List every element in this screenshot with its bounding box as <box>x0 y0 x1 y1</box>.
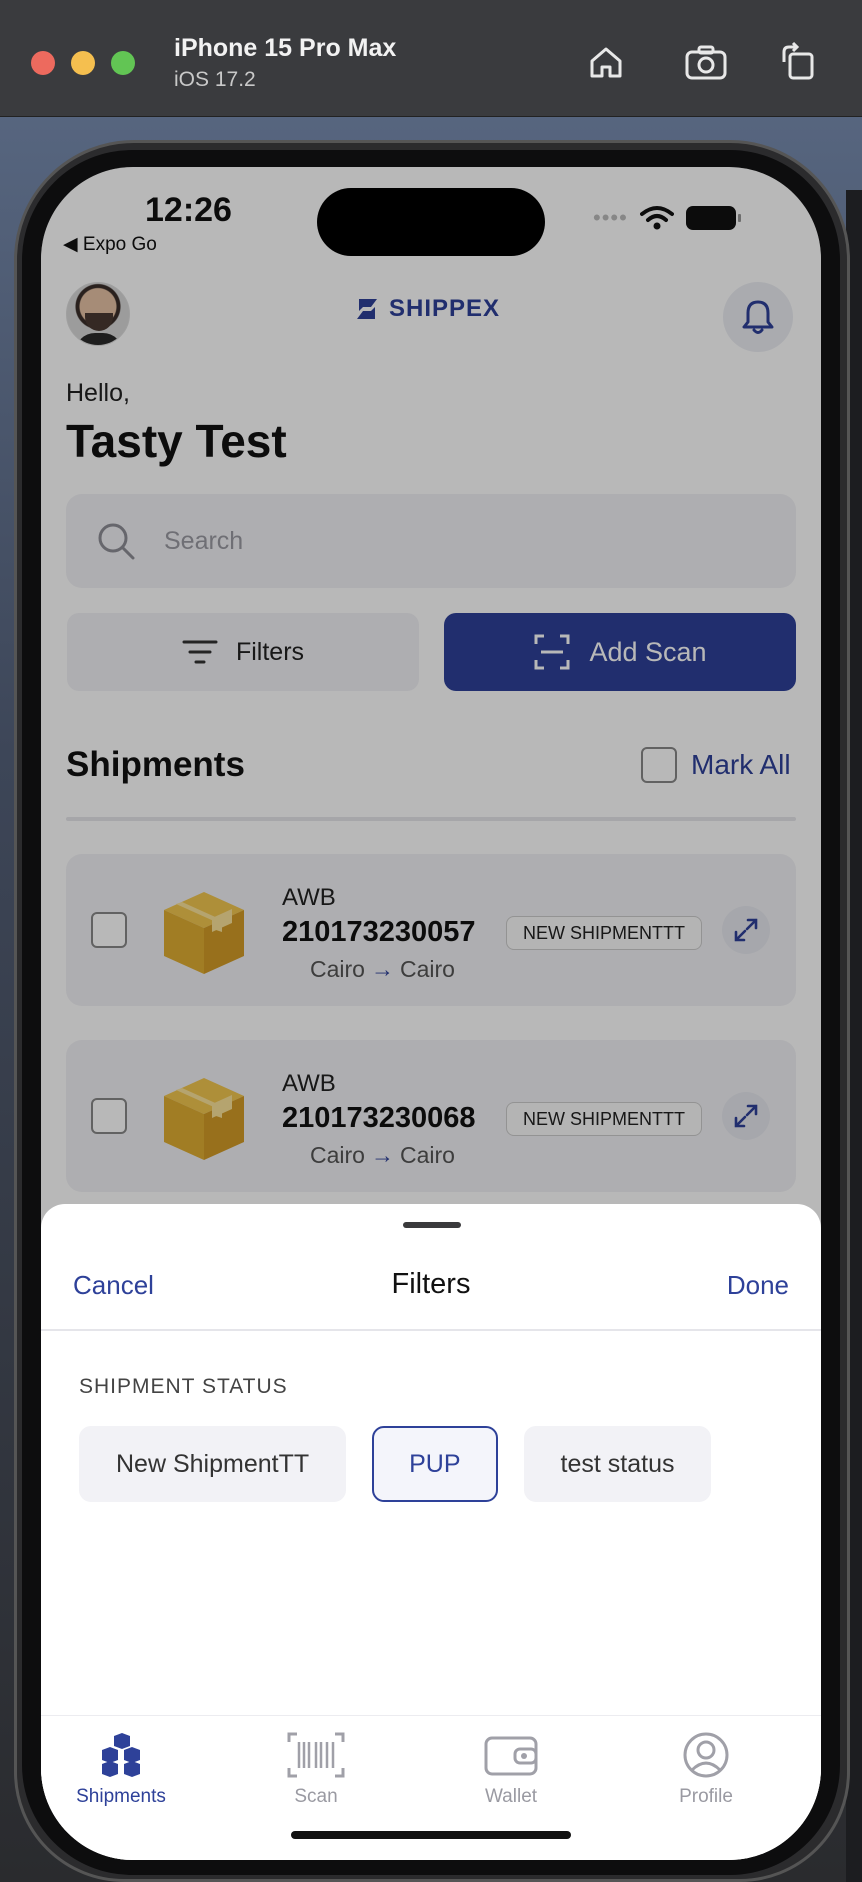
barcode-icon <box>287 1732 345 1778</box>
zoom-window-button[interactable] <box>111 51 135 75</box>
sheet-title: Filters <box>391 1268 471 1300</box>
simulator-device-name: iPhone 15 Pro Max <box>174 34 397 62</box>
wallet-icon <box>484 1736 538 1776</box>
status-chip-test-status[interactable]: test status <box>523 1426 712 1502</box>
minimize-window-button[interactable] <box>71 51 95 75</box>
close-window-button[interactable] <box>31 51 55 75</box>
done-button[interactable]: Done <box>727 1270 789 1301</box>
simulator-os-version: iOS 17.2 <box>174 68 256 91</box>
home-icon[interactable] <box>584 40 628 84</box>
rotate-icon[interactable] <box>776 40 820 84</box>
sheet-grabber[interactable] <box>403 1222 461 1228</box>
sheet-divider <box>41 1329 821 1331</box>
tab-shipments-label: Shipments <box>76 1786 166 1807</box>
simulator-toolbar: iPhone 15 Pro Max iOS 17.2 <box>0 0 862 117</box>
profile-icon <box>683 1732 729 1778</box>
boxes-icon <box>102 1733 140 1777</box>
status-chip-group: New ShipmentTT PUP test status <box>79 1426 712 1502</box>
status-chip-pup[interactable]: PUP <box>372 1426 498 1502</box>
tab-wallet[interactable]: Wallet <box>431 1732 591 1808</box>
status-chip-new-shipmenttt[interactable]: New ShipmentTT <box>79 1426 347 1502</box>
phone-screen: 12:26 ◀ Expo Go •••• SHIPPEX Hello, Tast… <box>41 167 821 1860</box>
tab-wallet-label: Wallet <box>484 1786 538 1807</box>
screenshot-icon[interactable] <box>684 40 728 84</box>
tab-profile[interactable]: Profile <box>626 1732 786 1808</box>
tab-shipments[interactable]: Shipments <box>41 1732 201 1808</box>
tab-scan[interactable]: Scan <box>236 1732 396 1808</box>
tab-scan-label: Scan <box>294 1786 338 1807</box>
home-indicator[interactable] <box>291 1831 571 1839</box>
shipment-status-heading: SHIPMENT STATUS <box>79 1375 288 1398</box>
cancel-button[interactable]: Cancel <box>73 1270 154 1301</box>
dynamic-island <box>317 188 545 256</box>
tab-profile-label: Profile <box>679 1786 733 1807</box>
